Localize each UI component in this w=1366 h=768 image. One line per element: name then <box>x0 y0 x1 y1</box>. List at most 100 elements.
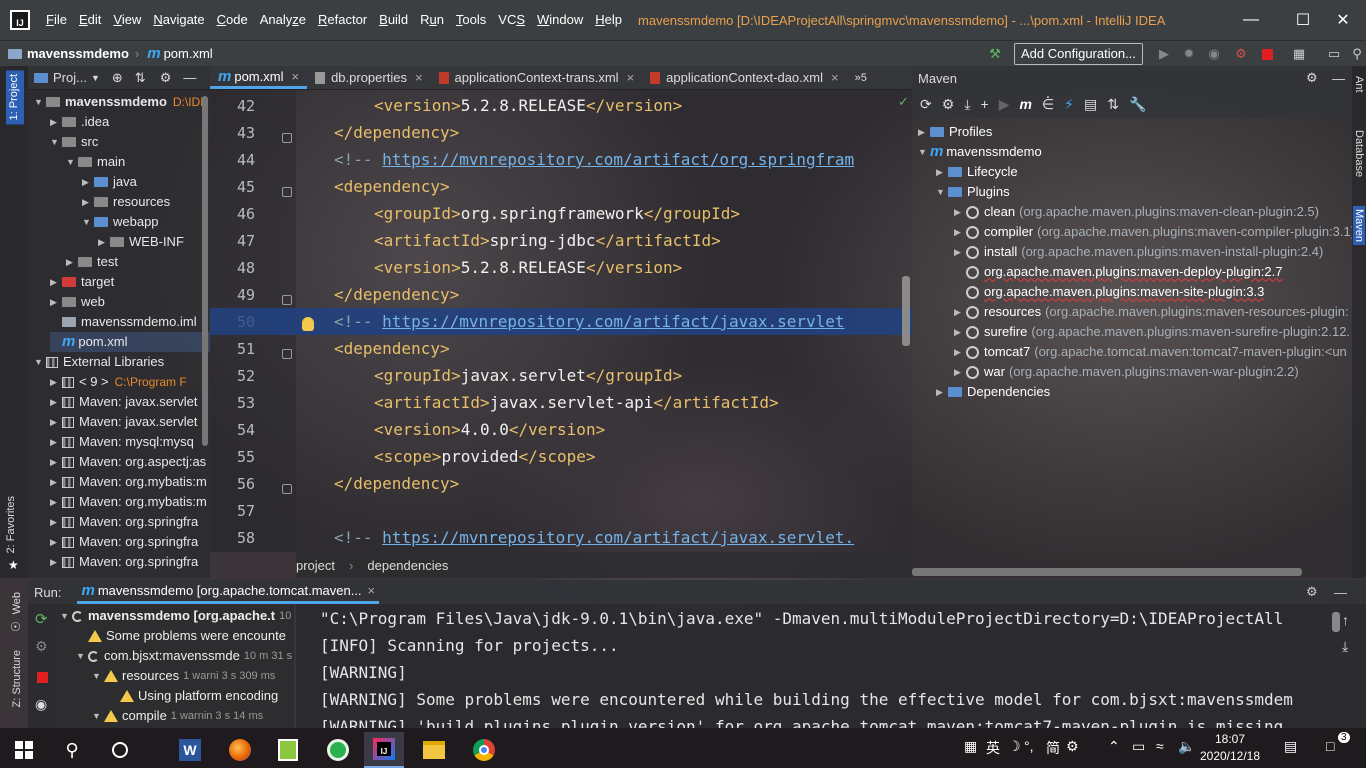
project-tree-item[interactable]: ▶ test <box>66 252 118 272</box>
hide-icon[interactable]: — <box>183 70 196 85</box>
chevron-right-icon[interactable]: ▶ <box>50 552 62 572</box>
console-output[interactable]: "C:\Program Files\Java\jdk-9.0.1\bin\jav… <box>296 604 1326 728</box>
favorites-tool-tab[interactable]: 2: Favorites <box>5 496 17 553</box>
collapse-all-icon[interactable]: ⇅ <box>1107 96 1119 113</box>
structure-tool-tab[interactable]: Z: Structure <box>11 650 23 707</box>
download-icon[interactable]: ⤓ <box>964 96 970 113</box>
code-line[interactable]: <version>5.2.8.RELEASE</version> <box>210 92 912 119</box>
project-tree-item[interactable]: ▶ Maven: org.springfra <box>50 552 198 572</box>
close-tab-icon[interactable]: × <box>831 70 839 85</box>
ime-grid-icon[interactable]: ▦ <box>964 738 977 755</box>
menu-edit[interactable]: Edit <box>73 0 107 40</box>
firefox-icon[interactable] <box>220 732 260 768</box>
project-tree-item[interactable]: ▶ java <box>82 172 137 192</box>
chrome-icon[interactable] <box>464 732 504 768</box>
reload-icon[interactable]: ⟳ <box>920 96 932 113</box>
run-tree-item[interactable]: ▼ compile 1 warnin 3 s 14 ms <box>92 706 263 726</box>
code-line[interactable]: <!-- https://mvnrepository.com/artifact/… <box>210 524 912 551</box>
chevron-down-icon[interactable]: ▼ <box>82 212 94 232</box>
code-line[interactable]: <!-- https://mvnrepository.com/artifact/… <box>210 146 912 173</box>
search-icon[interactable]: ⚲ <box>52 732 92 768</box>
run-tree-item[interactable]: ▼ resources 1 warni 3 s 309 ms <box>92 666 275 686</box>
project-tree-item[interactable]: ▶ Maven: org.mybatis:m <box>50 492 207 512</box>
editor-tab[interactable]: applicationContext-trans.xml × <box>431 66 643 89</box>
chevron-right-icon[interactable]: ▶ <box>50 532 62 552</box>
console-scrollbar[interactable] <box>1332 612 1340 632</box>
presentation-icon[interactable]: ▭ <box>1325 45 1343 63</box>
ime-settings-icon[interactable]: ⚙ <box>1066 738 1079 755</box>
maven-tree-item[interactable]: ▶ Dependencies <box>936 382 1050 402</box>
project-tree-item[interactable]: ▶ Maven: org.aspectj:as <box>50 452 206 472</box>
code-line[interactable]: <scope>provided</scope> <box>210 443 912 470</box>
ime-halfwidth-icon[interactable]: ☽ <box>1008 738 1021 755</box>
chevron-right-icon[interactable]: ▶ <box>50 392 62 412</box>
breadcrumb-project-tag[interactable]: project <box>296 558 335 573</box>
skip-tests-icon[interactable]: ⚡ <box>1064 96 1074 113</box>
add-icon[interactable]: + <box>981 96 989 112</box>
start-windows-icon[interactable] <box>4 732 44 768</box>
close-tab-icon[interactable]: × <box>627 70 635 85</box>
code-editor[interactable]: 4243444546474849505152535455565758 <vers… <box>210 90 912 552</box>
run-configuration-tab[interactable]: m mavenssmdemo [org.apache.tomcat.maven.… <box>77 580 380 604</box>
chevron-right-icon[interactable]: ▶ <box>50 472 62 492</box>
chevron-down-icon[interactable]: ▼ <box>34 352 46 372</box>
chevron-right-icon[interactable]: ▶ <box>50 372 62 392</box>
editor-tab[interactable]: db.properties × <box>307 66 430 89</box>
settings-gear-icon[interactable]: ⚙ <box>1306 584 1318 600</box>
maven-hscrollbar[interactable] <box>912 568 1302 576</box>
browser-360-icon[interactable] <box>318 732 358 768</box>
maven-tree-item[interactable]: org.apache.maven.plugins:maven-site-plug… <box>954 282 1264 302</box>
locate-icon[interactable]: ⊕ <box>112 70 123 86</box>
project-tree-item[interactable]: ▶ resources <box>82 192 170 212</box>
settings-gear-icon[interactable]: ⚙ <box>1306 70 1318 86</box>
notes-icon[interactable]: ▤ <box>1284 738 1297 755</box>
menu-code[interactable]: Code <box>211 0 254 40</box>
project-structure-icon[interactable]: ▦ <box>1290 45 1308 63</box>
menu-tools[interactable]: Tools <box>450 0 492 40</box>
project-tree-item[interactable]: ▶ web <box>50 292 105 312</box>
breadcrumb-dependencies-tag[interactable]: dependencies <box>367 558 448 573</box>
web-tool-tab[interactable]: Web <box>11 592 23 614</box>
chevron-right-icon[interactable]: ▶ <box>954 242 966 262</box>
chevron-right-icon[interactable]: ▶ <box>98 232 110 252</box>
code-line[interactable]: <version>4.0.0</version> <box>210 416 912 443</box>
project-panel-title[interactable]: Proj... <box>53 70 87 85</box>
run-tree-item[interactable]: Some problems were encounte <box>76 626 286 646</box>
collapse-all-icon[interactable]: ⇅ <box>135 70 146 86</box>
chevron-down-icon[interactable]: ▼ <box>92 706 104 726</box>
maven-tree-item[interactable]: ▶ war (org.apache.maven.plugins:maven-war-… <box>954 362 1299 382</box>
maven-tree-item[interactable]: ▶ Lifecycle <box>936 162 1018 182</box>
scroll-up-icon[interactable]: ↑ <box>1342 612 1349 628</box>
editor-scrollbar[interactable] <box>902 276 910 346</box>
chevron-right-icon[interactable]: ▶ <box>50 292 62 312</box>
menu-analyze[interactable]: Analyze <box>254 0 312 40</box>
project-tree-item[interactable]: ▶ Maven: org.springfra <box>50 532 198 552</box>
code-line[interactable]: <artifactId>spring-jdbc</artifactId> <box>210 227 912 254</box>
project-tree-item[interactable]: ▶ Maven: javax.servlet <box>50 392 198 412</box>
menu-file[interactable]: File <box>40 0 73 40</box>
editor-tab[interactable]: m pom.xml × <box>210 66 308 89</box>
code-line[interactable]: <version>5.2.8.RELEASE</version> <box>210 254 912 281</box>
project-tree-item[interactable]: ▶ target <box>50 272 114 292</box>
chevron-right-icon[interactable]: ▶ <box>954 222 966 242</box>
scroll-to-end-icon[interactable]: ⤓ <box>1342 638 1348 655</box>
ime-simplified-toggle[interactable]: 简 <box>1046 738 1060 758</box>
chevron-right-icon[interactable]: ▶ <box>66 252 78 272</box>
chevron-right-icon[interactable]: ▶ <box>50 272 62 292</box>
maven-tree-item[interactable]: ▼ m mavenssmdemo <box>918 142 1042 162</box>
project-scrollbar[interactable] <box>202 96 208 446</box>
chevron-right-icon[interactable]: ▶ <box>954 342 966 362</box>
chevron-down-icon[interactable]: ▼ <box>66 152 78 172</box>
chevron-down-icon[interactable]: ▼ <box>918 142 930 162</box>
chevron-right-icon[interactable]: ▶ <box>50 412 62 432</box>
maven-tree-item[interactable]: ▶ Profiles <box>918 122 992 142</box>
menu-help[interactable]: Help <box>589 0 628 40</box>
wifi-icon[interactable]: ≈ <box>1156 738 1164 754</box>
code-line[interactable]: </dependency> <box>210 281 912 308</box>
project-tree-item[interactable]: ▼ main <box>66 152 125 172</box>
chevron-right-icon[interactable]: ▶ <box>50 512 62 532</box>
chevron-right-icon[interactable]: ▶ <box>50 112 62 132</box>
show-diagram-icon[interactable]: ▤ <box>1084 96 1097 113</box>
project-tree-item[interactable]: ▼ External Libraries <box>34 352 164 372</box>
eye-icon[interactable]: ◉ <box>35 696 47 713</box>
